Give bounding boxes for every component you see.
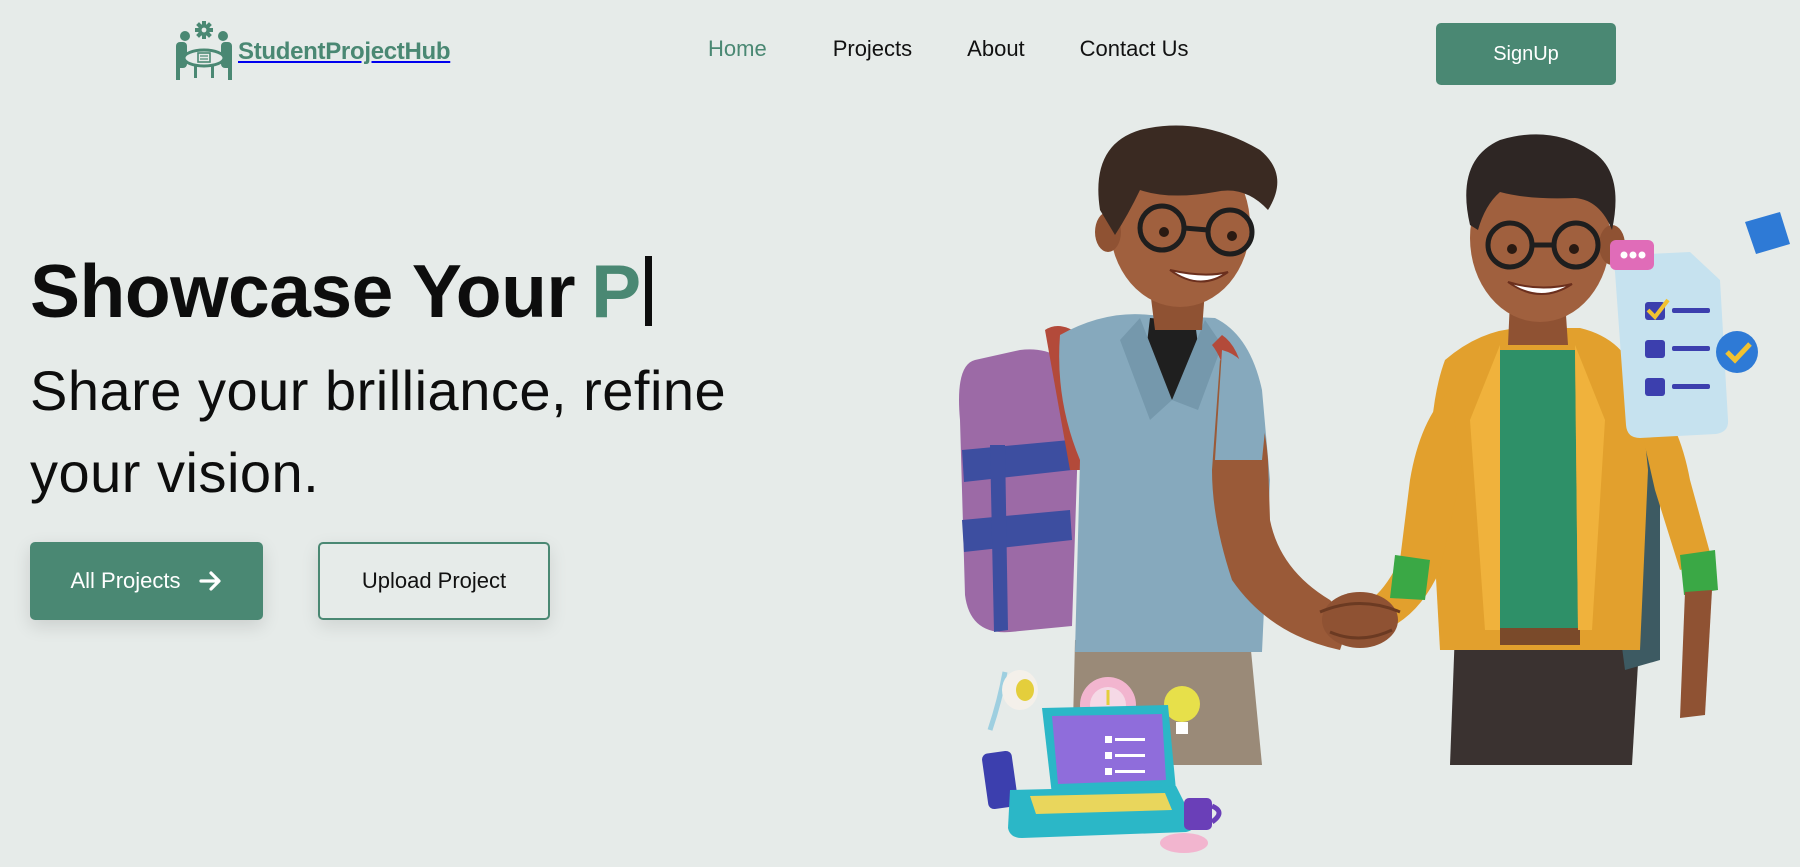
nav-projects[interactable]: Projects — [833, 36, 912, 62]
right-student-figure — [1370, 134, 1718, 765]
all-projects-label: All Projects — [70, 568, 181, 593]
all-projects-button[interactable]: All Projects — [30, 542, 263, 620]
hero-subtitle: Share your brilliance, refine your visio… — [30, 359, 727, 504]
typing-caret — [644, 256, 652, 326]
left-student-figure — [959, 125, 1350, 765]
nav-about[interactable]: About — [967, 36, 1025, 62]
nav-home[interactable]: Home — [708, 36, 767, 62]
checklist-card-icon — [1610, 212, 1790, 438]
two-students-handshake-illustration — [959, 125, 1790, 853]
upload-project-button[interactable]: Upload Project — [318, 542, 550, 620]
arrow-right-icon — [198, 571, 221, 591]
brand-logo[interactable]: StudentProjectHub — [172, 20, 451, 84]
team-meeting-gear-icon — [176, 21, 232, 80]
main-nav: Home Projects About Contact Us — [700, 36, 1189, 62]
headline-typed-text: P — [591, 249, 641, 333]
hero-headline: Showcase Your P — [30, 248, 652, 334]
signup-button[interactable]: SignUp — [1436, 23, 1616, 85]
nav-contact-us[interactable]: Contact Us — [1080, 36, 1189, 62]
brand-name: StudentProjectHub — [238, 38, 451, 65]
headline-static-text: Showcase Your — [30, 249, 576, 333]
